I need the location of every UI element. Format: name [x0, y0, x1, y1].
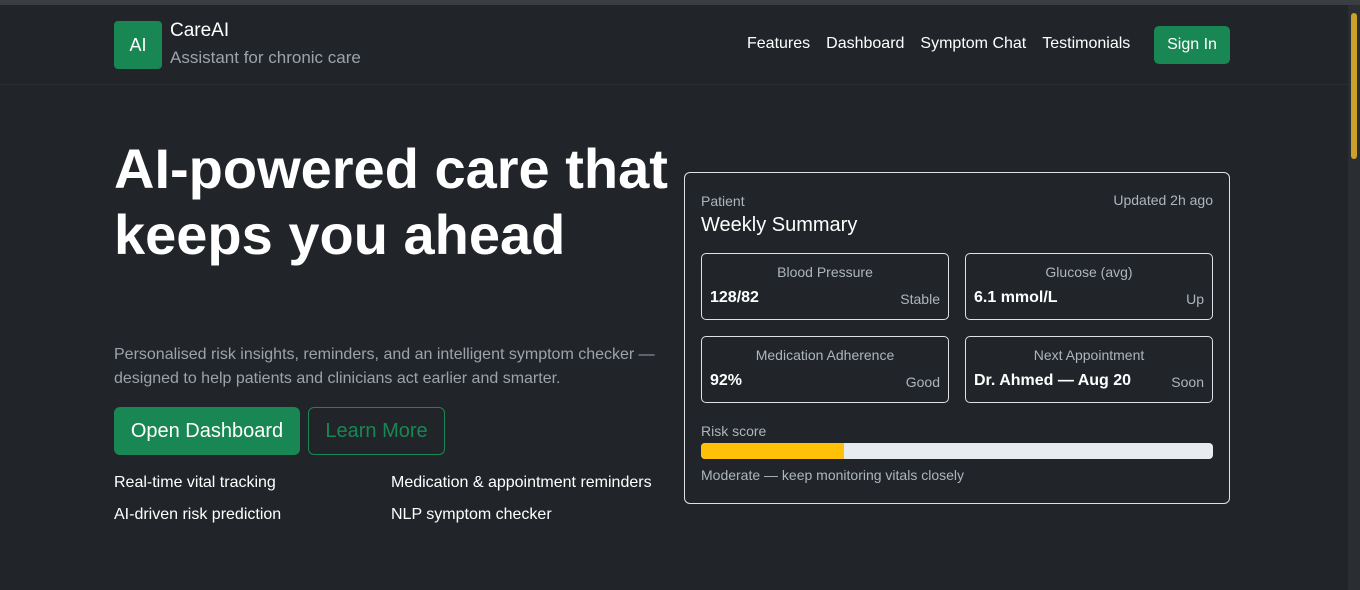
open-dashboard-button[interactable]: Open Dashboard	[114, 407, 300, 455]
learn-more-button[interactable]: Learn More	[308, 407, 445, 455]
risk-score-bar	[701, 443, 1213, 459]
stat-value: 92%	[710, 372, 743, 389]
stat-label: Blood Pressure	[777, 264, 873, 280]
brand-name[interactable]: CareAI	[170, 20, 229, 42]
stat-value: Dr. Ahmed — Aug 20	[974, 372, 1132, 389]
logo-text: AI	[129, 34, 147, 55]
card-label: Patient	[701, 193, 745, 209]
stat-label: Glucose (avg)	[1045, 264, 1133, 280]
stat-status: Soon	[1171, 374, 1204, 390]
stat-status: Stable	[900, 291, 940, 307]
risk-note: Moderate — keep monitoring vitals closel…	[701, 467, 965, 483]
stat-status: Up	[1186, 291, 1204, 307]
hero-subtitle: Personalised risk insights, reminders, a…	[114, 346, 655, 387]
stat-label: Next Appointment	[1033, 347, 1145, 363]
stat-value: 128/82	[710, 289, 759, 306]
sign-in-button[interactable]: Sign In	[1154, 26, 1230, 64]
stat-next-appointment: Next Appointment Dr. Ahmed — Aug 20 Soon	[965, 336, 1213, 403]
risk-score-label: Risk score	[701, 423, 767, 439]
nav-link-testimonials[interactable]: Testimonials	[1042, 35, 1130, 53]
nav-link-symptom-chat[interactable]: Symptom Chat	[920, 35, 1026, 53]
navbar: AI CareAI Assistant for chronic care Fea…	[0, 5, 1348, 85]
card-title: Weekly Summary	[701, 214, 858, 236]
brand-tagline: Assistant for chronic care	[170, 48, 361, 67]
risk-score-fill	[701, 443, 845, 459]
stat-value: 6.1 mmol/L	[974, 289, 1058, 306]
nav-link-features[interactable]: Features	[747, 35, 810, 53]
feature-item: Real-time vital tracking	[114, 474, 276, 491]
stat-blood-pressure: Blood Pressure 128/82 Stable	[701, 253, 949, 320]
page-scrollbar[interactable]	[1348, 5, 1360, 590]
stat-label: Medication Adherence	[755, 347, 895, 363]
feature-item: AI-driven risk prediction	[114, 506, 282, 523]
stat-glucose: Glucose (avg) 6.1 mmol/L Up	[965, 253, 1213, 320]
updated-timestamp: Updated 2h ago	[1113, 192, 1213, 208]
stat-medication-adherence: Medication Adherence 92% Good	[701, 336, 949, 403]
feature-item: NLP symptom checker	[391, 506, 552, 523]
brand-logo[interactable]: AI	[114, 21, 162, 69]
nav-link-dashboard[interactable]: Dashboard	[826, 35, 904, 53]
nav-links: Features Dashboard Symptom Chat Testimon…	[747, 35, 1130, 53]
hero-title: AI-powered care that keeps you ahead	[114, 137, 668, 266]
weekly-summary-card: Patient Weekly Summary Updated 2h ago Bl…	[684, 172, 1230, 504]
feature-item: Medication & appointment reminders	[391, 474, 652, 491]
stat-status: Good	[905, 374, 940, 390]
scrollbar-thumb[interactable]	[1351, 13, 1357, 159]
